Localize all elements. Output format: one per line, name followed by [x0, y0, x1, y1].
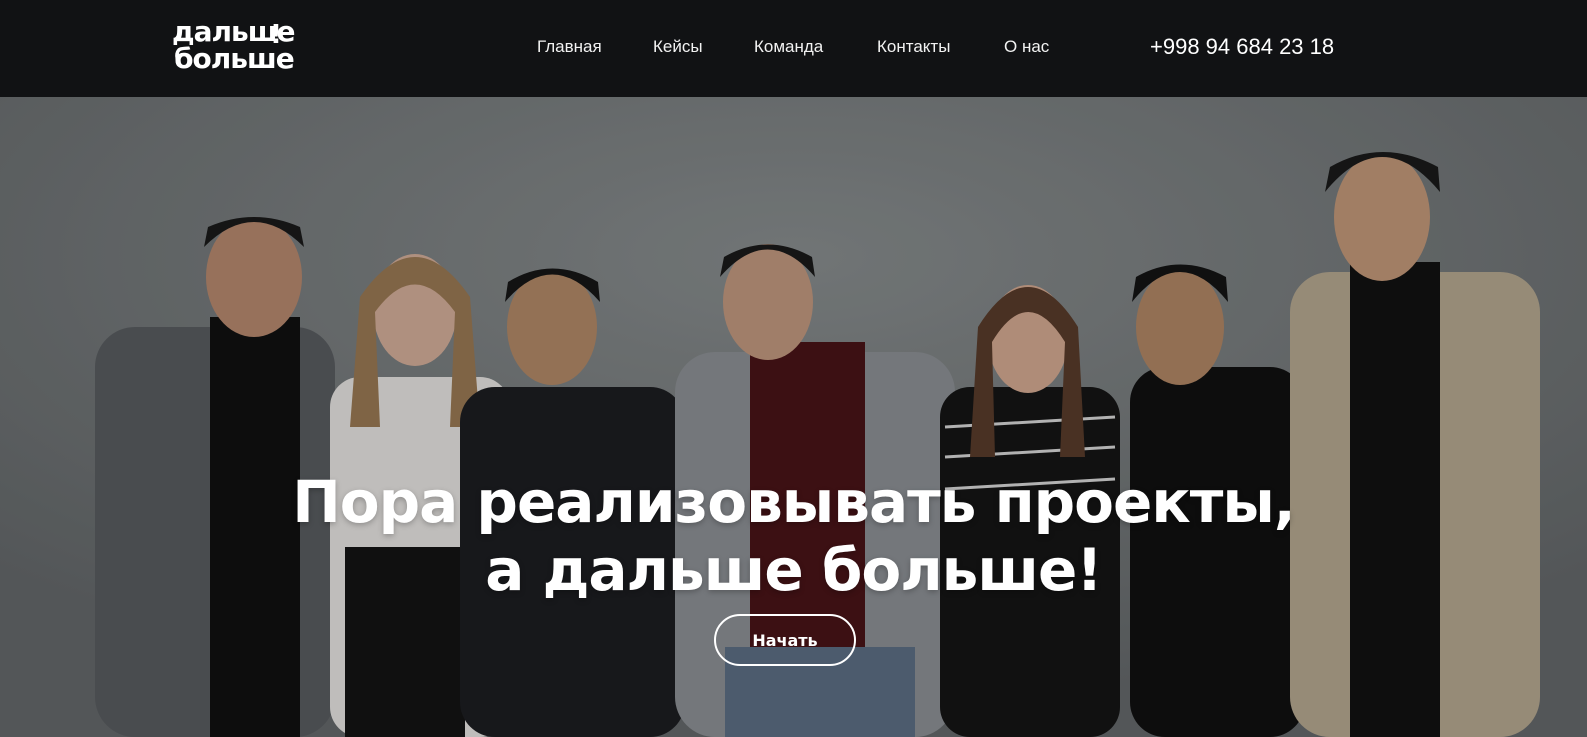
hero-title: Пора реализовывать проекты, а дальше бол… [0, 468, 1587, 604]
nav-item-contacts[interactable]: Контакты [877, 36, 950, 58]
start-button[interactable]: Начать [714, 614, 856, 666]
nav-item-team[interactable]: Команда [754, 36, 823, 58]
nav-item-home[interactable]: Главная [537, 36, 602, 58]
hero-section: Пора реализовывать проекты, а дальше бол… [0, 97, 1587, 737]
phone-link[interactable]: +998 94 684 23 18 [1150, 33, 1334, 61]
hero-title-line-2: а дальше больше! [485, 535, 1102, 604]
logo-exclamation: ! [270, 20, 282, 50]
nav-item-about[interactable]: О нас [1004, 36, 1049, 58]
hero-title-line-1: Пора реализовывать проекты, [292, 467, 1296, 536]
site-header: дальше больше ! Главная Кейсы Команда Ко… [0, 0, 1587, 97]
page: дальше больше ! Главная Кейсы Команда Ко… [0, 0, 1587, 737]
nav-item-cases[interactable]: Кейсы [653, 36, 703, 58]
logo[interactable]: дальше больше ! [172, 18, 295, 78]
